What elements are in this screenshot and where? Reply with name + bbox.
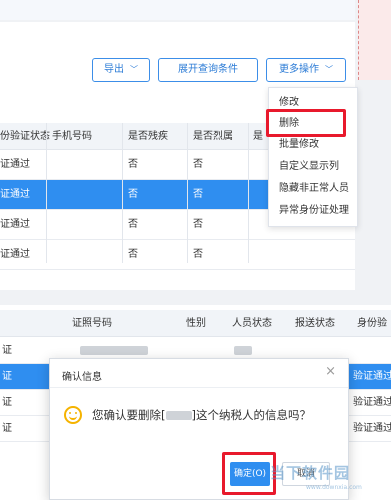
verify-cell: 验证通过: [353, 371, 391, 382]
more-actions-button[interactable]: 更多操作 ﹀: [266, 58, 346, 82]
martyr-cell: 否: [193, 189, 203, 200]
header-cell[interactable]: 是否残疾: [128, 123, 168, 149]
delete-highlight-box: [266, 109, 346, 137]
message-prefix: 您确认要删除[: [92, 408, 166, 422]
martyr-cell: 否: [193, 159, 203, 170]
column-divider: [122, 123, 123, 263]
watermark-url: www.downxia.com: [306, 484, 362, 491]
column-divider: [187, 123, 188, 263]
header-cell[interactable]: 性别: [186, 310, 206, 336]
status-cell: 证: [2, 397, 12, 408]
martyr-cell: 否: [193, 219, 203, 230]
status-cell: 证通过: [0, 219, 30, 230]
column-divider: [248, 123, 249, 263]
column-divider: [46, 123, 47, 263]
header-cell[interactable]: 身份验: [357, 310, 387, 336]
status-cell: 证: [2, 371, 12, 382]
status-cell: 证: [2, 423, 12, 434]
header-cell[interactable]: 是: [253, 123, 263, 149]
header-cell[interactable]: 份验证状态: [0, 123, 50, 149]
header-cell[interactable]: 手机号码: [52, 123, 92, 149]
menu-item-id-exception[interactable]: 异常身份证处理: [279, 202, 349, 220]
expand-label: 展开查询条件: [178, 64, 238, 75]
status-cell: 证通过: [0, 189, 30, 200]
menu-item-custom-columns[interactable]: 自定义显示列: [279, 158, 339, 176]
top-strip: [0, 0, 355, 20]
chevron-down-icon: ﹀: [130, 65, 138, 74]
lower-table-header: 证照号码 性别 人员状态 报送状态 身份验: [0, 310, 391, 337]
side-decoration: [358, 0, 391, 80]
redacted-name: [165, 411, 192, 420]
disabled-cell: 否: [128, 219, 138, 230]
disabled-cell: 否: [128, 159, 138, 170]
watermark-logo: 当下软件园: [270, 464, 351, 482]
header-cell[interactable]: 证照号码: [72, 310, 112, 336]
chevron-down-icon: ﹀: [325, 65, 333, 74]
message-suffix: ]这个纳税人的信息吗？: [191, 408, 312, 422]
smiley-icon: [64, 406, 82, 424]
verify-cell: 验证通过: [353, 423, 391, 434]
dialog-message: 您确认要删除[ ]这个纳税人的信息吗？: [92, 407, 311, 423]
more-actions-menu: 修改 删除 批量修改 自定义显示列 隐藏非正常人员 异常身份证处理: [268, 87, 358, 227]
status-cell: 证: [2, 345, 12, 356]
export-label: 导出: [104, 64, 124, 75]
header-cell[interactable]: 报送状态: [295, 310, 335, 336]
disabled-cell: 否: [128, 189, 138, 200]
verify-cell: 验证通过: [353, 397, 391, 408]
redacted-text: [234, 345, 252, 355]
dialog-title: 确认信息: [62, 372, 102, 383]
header-cell[interactable]: 是否烈属: [193, 123, 233, 149]
export-button[interactable]: 导出 ﹀: [92, 58, 150, 82]
header-cell[interactable]: 人员状态: [232, 310, 272, 336]
close-icon[interactable]: ×: [325, 364, 336, 379]
menu-item-batch-edit[interactable]: 批量修改: [279, 136, 319, 154]
status-cell: 证通过: [0, 159, 30, 170]
martyr-cell: 否: [193, 249, 203, 260]
more-label: 更多操作: [279, 64, 319, 75]
redacted-text: [80, 345, 148, 355]
ok-highlight-box: [222, 452, 276, 495]
menu-item-hide-abnormal[interactable]: 隐藏非正常人员: [279, 180, 349, 198]
expand-query-button[interactable]: 展开查询条件: [158, 58, 258, 82]
disabled-cell: 否: [128, 249, 138, 260]
dialog-divider: [50, 387, 348, 388]
status-cell: 证通过: [0, 249, 30, 260]
table-row[interactable]: 证通过 否 否: [0, 240, 355, 270]
